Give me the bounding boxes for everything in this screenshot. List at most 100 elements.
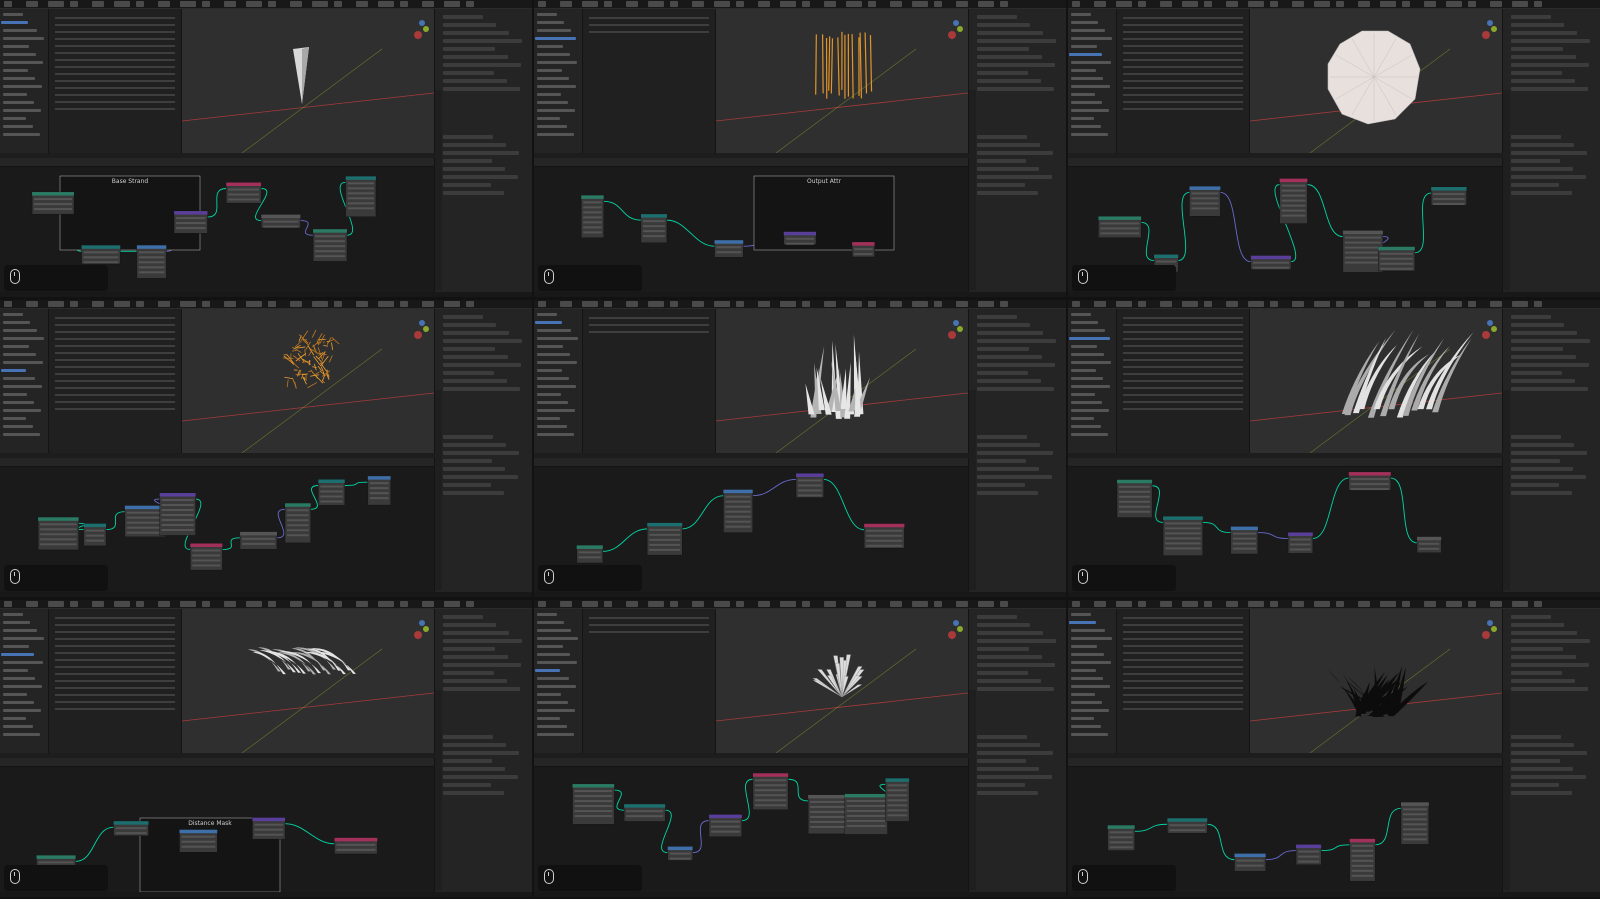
properties-row[interactable] [977, 159, 1026, 163]
outliner-row[interactable] [3, 401, 34, 404]
menu-item[interactable] [1270, 301, 1278, 307]
properties-row[interactable] [443, 191, 504, 195]
properties-row[interactable] [977, 47, 1029, 51]
outliner-row[interactable] [537, 13, 557, 16]
menu-item[interactable] [466, 601, 474, 607]
menu-item[interactable] [1292, 601, 1304, 607]
menu-item[interactable] [92, 1, 104, 7]
outliner-row[interactable] [3, 425, 33, 428]
properties-row[interactable] [443, 459, 492, 463]
properties-row[interactable] [977, 15, 1017, 19]
properties-row[interactable] [1511, 331, 1577, 335]
properties-row[interactable] [1511, 759, 1560, 763]
properties-row[interactable] [443, 175, 518, 179]
properties-row[interactable] [977, 775, 1052, 779]
menu-item[interactable] [1534, 301, 1542, 307]
properties-row[interactable] [1511, 483, 1559, 487]
menu-item[interactable] [422, 601, 434, 607]
menu-item[interactable] [202, 301, 210, 307]
properties-row[interactable] [443, 743, 506, 747]
properties-row[interactable] [1511, 143, 1574, 147]
menu-item[interactable] [1336, 601, 1344, 607]
menu-item[interactable] [4, 301, 12, 307]
node-editor[interactable]: Base Strand [0, 158, 435, 297]
menu-item[interactable] [1336, 301, 1344, 307]
properties-row[interactable] [443, 435, 493, 439]
menu-item[interactable] [1402, 1, 1410, 7]
properties-row[interactable] [443, 47, 495, 51]
properties-row[interactable] [1511, 323, 1564, 327]
properties-row[interactable] [977, 143, 1040, 147]
menu-item[interactable] [1512, 601, 1528, 607]
menu-item[interactable] [714, 301, 730, 307]
menu-item[interactable] [4, 601, 12, 607]
menu-item[interactable] [1292, 1, 1304, 7]
menu-item[interactable] [1116, 1, 1132, 7]
menu-item[interactable] [1380, 301, 1396, 307]
outliner-row[interactable] [1071, 345, 1097, 348]
properties-row[interactable] [977, 331, 1043, 335]
outliner-row[interactable] [1071, 425, 1101, 428]
properties-row[interactable] [443, 491, 504, 495]
menu-item[interactable] [158, 601, 170, 607]
properties-row[interactable] [977, 639, 1056, 643]
outliner-row[interactable] [537, 425, 567, 428]
menu-item[interactable] [1512, 1, 1528, 7]
menu-item[interactable] [648, 1, 664, 7]
menu-item[interactable] [246, 1, 262, 7]
outliner-row[interactable] [1071, 733, 1108, 736]
menu-item[interactable] [1314, 601, 1330, 607]
properties-row[interactable] [1511, 467, 1573, 471]
outliner-row[interactable] [537, 93, 561, 96]
outliner-row[interactable] [3, 701, 34, 704]
menu-item[interactable] [1116, 601, 1132, 607]
properties-row[interactable] [443, 23, 496, 27]
properties-row[interactable] [443, 71, 494, 75]
outliner-row[interactable] [1069, 53, 1102, 56]
outliner-row[interactable] [1071, 77, 1103, 80]
properties-row[interactable] [977, 615, 1017, 619]
properties-row[interactable] [1511, 55, 1576, 59]
outliner-row[interactable] [1071, 329, 1105, 332]
outliner-row[interactable] [1071, 109, 1109, 112]
properties-row[interactable] [443, 159, 492, 163]
outliner-row[interactable] [3, 669, 28, 672]
menu-item[interactable] [1072, 301, 1080, 307]
menu-item[interactable] [268, 1, 276, 7]
outliner-row[interactable] [537, 637, 578, 640]
properties-row[interactable] [977, 355, 1042, 359]
menu-item[interactable] [246, 601, 262, 607]
properties-row[interactable] [1511, 775, 1586, 779]
properties-row[interactable] [443, 639, 522, 643]
properties-row[interactable] [443, 39, 522, 43]
menu-item[interactable] [70, 301, 78, 307]
properties-row[interactable] [443, 775, 518, 779]
properties-row[interactable] [1511, 15, 1551, 19]
outliner-row[interactable] [537, 621, 564, 624]
properties-row[interactable] [443, 475, 518, 479]
outliner-row[interactable] [1071, 13, 1091, 16]
outliner-row[interactable] [537, 409, 575, 412]
properties-row[interactable] [443, 647, 495, 651]
menu-item[interactable] [48, 601, 64, 607]
properties-row[interactable] [1511, 31, 1577, 35]
menu-item[interactable] [1358, 1, 1370, 7]
properties-row[interactable] [977, 655, 1042, 659]
properties-row[interactable] [977, 87, 1054, 91]
outliner-row[interactable] [537, 661, 577, 664]
outliner-row[interactable] [1071, 725, 1101, 728]
outliner-row[interactable] [537, 77, 569, 80]
outliner-row[interactable] [3, 329, 37, 332]
outliner-row[interactable] [537, 717, 560, 720]
outliner-row[interactable] [3, 385, 42, 388]
outliner-row[interactable] [3, 661, 43, 664]
menu-item[interactable] [604, 601, 612, 607]
menu-item[interactable] [1336, 1, 1344, 7]
properties-row[interactable] [443, 323, 496, 327]
menu-item[interactable] [868, 1, 876, 7]
outliner-row[interactable] [537, 361, 577, 364]
menu-item[interactable] [692, 601, 704, 607]
menu-item[interactable] [400, 601, 408, 607]
menu-item[interactable] [158, 1, 170, 7]
properties-row[interactable] [977, 339, 1056, 343]
